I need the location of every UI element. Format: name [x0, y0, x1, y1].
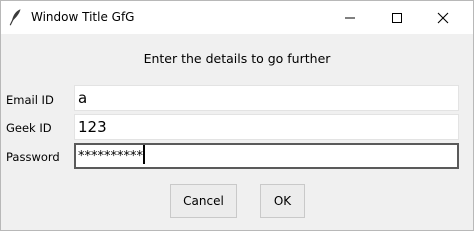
dialog-window: Window Title GfG Enter the details to go…	[0, 0, 474, 231]
email-id-label: Email ID	[6, 93, 54, 107]
prompt-text: Enter the details to go further	[143, 51, 331, 66]
maximize-icon	[392, 13, 402, 23]
email-id-value: a	[78, 89, 88, 107]
geek-id-label: Geek ID	[6, 121, 52, 135]
minimize-icon	[345, 17, 355, 19]
feather-icon	[9, 8, 23, 26]
geek-id-value: 123	[78, 118, 107, 136]
password-field[interactable]: **********	[74, 143, 459, 169]
cancel-button[interactable]: Cancel	[170, 184, 237, 218]
close-icon	[437, 12, 449, 24]
window-title: Window Title GfG	[31, 10, 135, 24]
geek-id-field[interactable]: 123	[74, 114, 459, 140]
password-value: **********	[78, 149, 143, 164]
password-label: Password	[6, 150, 60, 164]
email-id-field[interactable]: a	[74, 85, 459, 111]
close-button[interactable]	[420, 1, 466, 34]
title-bar[interactable]: Window Title GfG	[1, 1, 473, 34]
text-cursor	[143, 145, 145, 164]
maximize-button[interactable]	[373, 1, 419, 34]
minimize-button[interactable]	[327, 1, 373, 34]
ok-button[interactable]: OK	[260, 184, 305, 218]
